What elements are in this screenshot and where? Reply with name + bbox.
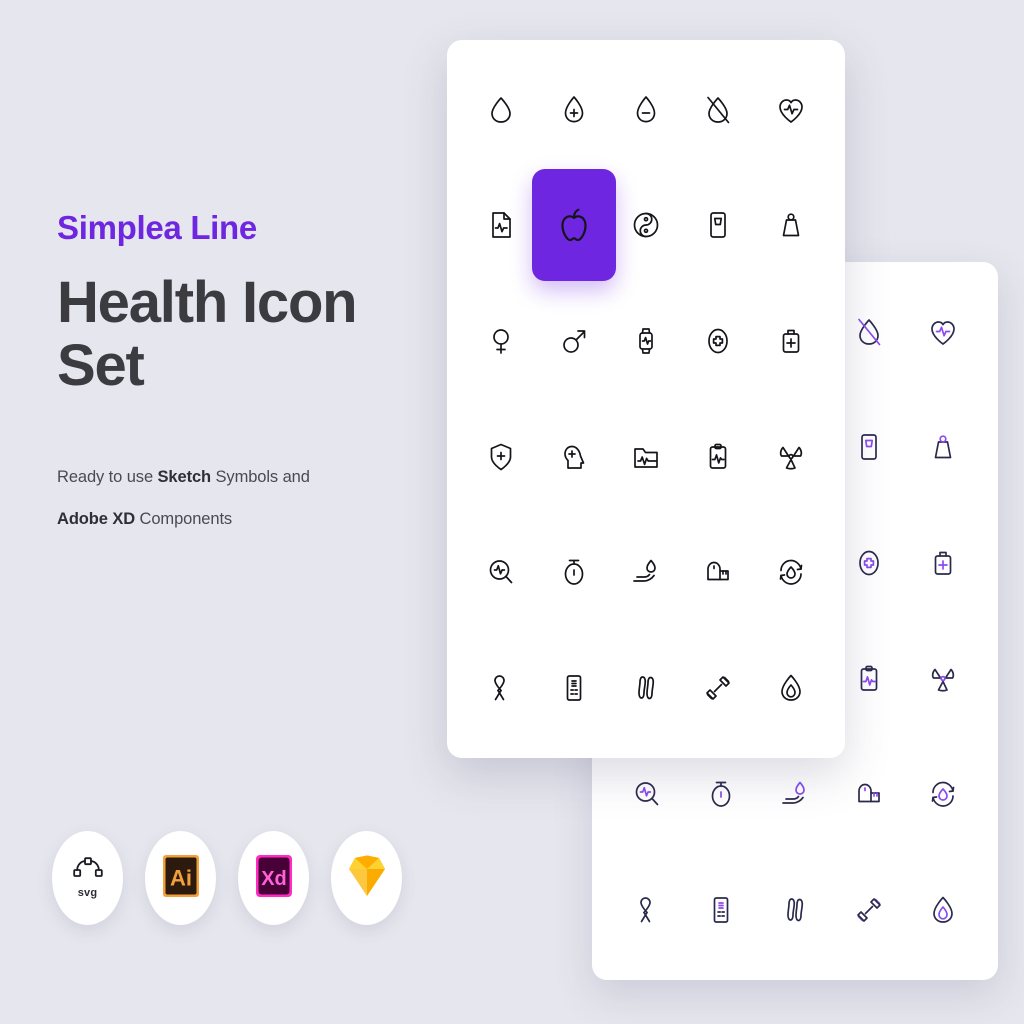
medical-bag-icon[interactable] xyxy=(755,283,827,399)
pulse-search-icon[interactable] xyxy=(465,515,537,631)
stopwatch-icon[interactable] xyxy=(537,515,609,631)
apple-icon[interactable] xyxy=(531,168,617,284)
subcopy-suffix: Symbols and xyxy=(211,467,310,486)
footprints-icon[interactable] xyxy=(610,630,682,746)
folder-pulse-icon[interactable] xyxy=(610,399,682,515)
svg-text:Ai: Ai xyxy=(170,865,192,890)
medical-bag-icon[interactable] xyxy=(906,505,980,621)
adobe-illustrator-icon: Ai xyxy=(162,854,200,903)
flame-icon[interactable] xyxy=(906,852,980,968)
dumbbell-icon[interactable] xyxy=(832,852,906,968)
yin-yang-icon[interactable] xyxy=(610,168,682,284)
format-badge-row: svg Ai Xd xyxy=(52,831,402,925)
pill-plus-icon[interactable] xyxy=(682,283,754,399)
drop-plus-icon[interactable] xyxy=(537,52,609,168)
sketch-diamond-icon xyxy=(347,854,387,903)
measuring-tape-icon[interactable] xyxy=(682,515,754,631)
awareness-ribbon-icon[interactable] xyxy=(465,630,537,746)
adobe-xd-label: Adobe XD xyxy=(57,510,136,529)
heart-pulse-icon[interactable] xyxy=(906,274,980,390)
bezier-pen-icon xyxy=(72,857,103,886)
clipboard-pulse-icon[interactable] xyxy=(682,399,754,515)
medical-report-icon[interactable] xyxy=(465,168,537,284)
sketch-label: Sketch xyxy=(157,467,212,486)
mental-health-icon[interactable] xyxy=(537,399,609,515)
subcopy-line-1: Ready to use Sketch Symbols and xyxy=(57,456,417,499)
radiation-icon[interactable] xyxy=(906,621,980,737)
radiation-icon[interactable] xyxy=(755,399,827,515)
weight-icon[interactable] xyxy=(755,168,827,284)
intro-panel: Simplea Line Health Icon Set Ready to us… xyxy=(57,209,417,542)
sketch-badge[interactable] xyxy=(331,831,402,925)
female-symbol-icon[interactable] xyxy=(465,283,537,399)
subcopy-suffix-2: Components xyxy=(135,510,233,529)
svg-badge-label: svg xyxy=(77,887,98,899)
icon-card-front xyxy=(447,40,845,758)
eye-chart-icon[interactable] xyxy=(684,852,758,968)
svg-text:Xd: Xd xyxy=(261,868,287,890)
shield-plus-icon[interactable] xyxy=(465,399,537,515)
eye-chart-icon[interactable] xyxy=(537,630,609,746)
adobe-xd-icon: Xd xyxy=(255,854,293,903)
weight-icon[interactable] xyxy=(906,390,980,506)
subcopy: Ready to use Sketch Symbols and Adobe XD… xyxy=(57,456,417,542)
heart-pulse-icon[interactable] xyxy=(755,52,827,168)
footprints-icon[interactable] xyxy=(758,852,832,968)
subcopy-prefix: Ready to use xyxy=(57,467,158,486)
page-title: Health Icon Set xyxy=(57,270,358,398)
eyebrow-text: Simplea Line xyxy=(57,209,257,246)
male-symbol-icon[interactable] xyxy=(537,283,609,399)
xd-badge[interactable]: Xd xyxy=(238,831,309,925)
drop-refresh-icon[interactable] xyxy=(906,737,980,853)
flame-icon[interactable] xyxy=(755,630,827,746)
drop-refresh-icon[interactable] xyxy=(755,515,827,631)
hand-drop-icon[interactable] xyxy=(610,515,682,631)
svg-badge[interactable]: svg xyxy=(52,831,123,925)
drop-minus-icon[interactable] xyxy=(610,52,682,168)
smartwatch-pulse-icon[interactable] xyxy=(610,283,682,399)
illustrator-badge[interactable]: Ai xyxy=(145,831,216,925)
water-dispenser-icon[interactable] xyxy=(682,168,754,284)
blood-drop-icon[interactable] xyxy=(465,52,537,168)
drop-off-icon[interactable] xyxy=(682,52,754,168)
subcopy-line-2: Adobe XD Components xyxy=(57,498,417,541)
dumbbell-icon[interactable] xyxy=(682,630,754,746)
awareness-ribbon-icon[interactable] xyxy=(610,852,684,968)
icon-grid-front xyxy=(447,40,845,758)
